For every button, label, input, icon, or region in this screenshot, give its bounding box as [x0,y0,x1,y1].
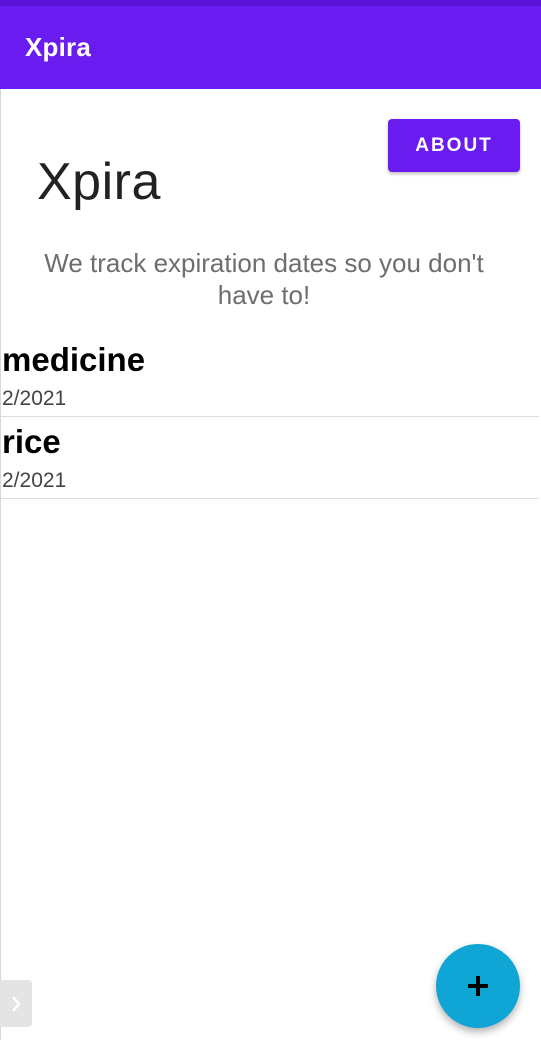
side-panel-handle[interactable] [0,980,32,1027]
page-subtitle: We track expiration dates so you don't h… [44,248,484,310]
list-item[interactable]: medicine 2/2021 [0,335,539,417]
plus-icon [468,976,488,996]
list-item[interactable]: rice 2/2021 [0,417,539,499]
expiration-list: medicine 2/2021 rice 2/2021 [0,335,539,499]
item-date: 2/2021 [2,387,67,410]
left-edge-divider [0,89,1,1040]
about-button[interactable]: ABOUT [388,119,520,172]
app-bar-title: Xpira [25,32,92,62]
item-name: medicine [2,341,146,378]
app-bar: Xpira [0,6,541,89]
app-screen: Xpira ABOUT Xpira We track expiration da… [0,0,541,1040]
item-name: rice [2,423,61,460]
add-item-button[interactable] [436,944,520,1028]
page-title: Xpira [37,153,161,211]
item-date: 2/2021 [2,469,67,492]
chevron-right-icon [12,995,21,1012]
